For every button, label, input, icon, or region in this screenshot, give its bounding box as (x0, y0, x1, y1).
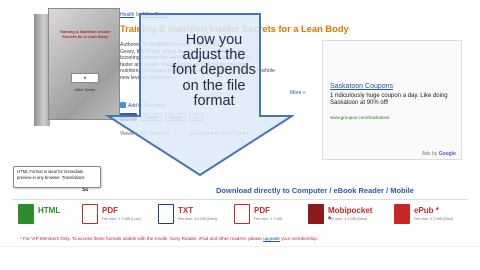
html-icon (18, 204, 34, 224)
pdf-icon (82, 204, 98, 224)
google-plus-button[interactable]: +1 (188, 113, 203, 121)
ads-label: Ads by (422, 151, 438, 157)
format-epub[interactable]: ePub * File size: 2.2 MB (Med) (394, 202, 454, 230)
book-cover[interactable]: Training & Nutrition Insider Secrets for… (34, 8, 120, 126)
overlay-caption: How you adjust the font depends on the f… (160, 32, 268, 109)
vip-notice-text: * For VIP Members Only. To access these … (20, 236, 262, 241)
html-format-tooltip: HTML Format is ideal for immediate previ… (13, 166, 101, 188)
downloads-count: Downloaded: 54,573 times (190, 131, 250, 137)
format-size: File size: 1.7 MB (254, 217, 283, 221)
book-cover-title: Training & Nutrition Insider Secrets for… (59, 29, 111, 39)
upgrade-link[interactable]: upgrade (263, 236, 280, 241)
book-front: Training & Nutrition Insider Secrets for… (48, 8, 120, 120)
book-logo: ★ (71, 73, 99, 83)
social-buttons: Like Tweet Share +1 (120, 113, 203, 121)
ad-body: 1 ridiculously huge coupon a day. Like d… (330, 93, 448, 106)
format-list: HTML PDF File size: 1.7 MB (Low) TXT Fil… (12, 202, 468, 232)
format-label: TXT (178, 206, 194, 215)
format-pdf[interactable]: PDF File size: 1.7 MB (Low) (82, 202, 142, 230)
format-txt[interactable]: TXT File size: 3.9 MB (Med) (158, 202, 218, 230)
txt-icon (158, 204, 174, 224)
format-mobipocket[interactable]: Mobipocket * File size: 1.3 MB (Med) (308, 202, 372, 230)
tooltip-line: preview in any browser. Translations (17, 174, 85, 180)
overlay-line: adjust the (182, 47, 246, 64)
overlay-line: How you (185, 32, 243, 48)
google-label: Google (438, 151, 456, 157)
overlay-line: on the file (182, 77, 246, 94)
format-label: PDF (102, 206, 118, 215)
format-html[interactable]: HTML (18, 202, 78, 230)
ads-by-google[interactable]: Ads by Google (422, 151, 456, 157)
page-footer-area (0, 246, 480, 270)
page: Training & Nutrition Insider Secrets for… (0, 0, 480, 270)
more-link[interactable]: More » (290, 90, 306, 96)
format-label: HTML (38, 206, 61, 215)
vip-notice-suffix: your membership. (281, 236, 318, 241)
epub-icon (394, 204, 410, 224)
overlay-line: font depends (172, 62, 256, 79)
breadcrumb-category[interactable]: Health (120, 12, 134, 18)
add-to-favorites-label: Add to Favorites (128, 103, 165, 109)
format-size: File size: 1.3 MB (Med) (328, 217, 368, 221)
format-pdf-alt[interactable]: PDF File size: 1.7 MB (234, 202, 294, 230)
book-stats: Views: 5,931 Readers Downloaded: 54,573 … (120, 131, 249, 137)
format-size: File size: 3.9 MB (Med) (178, 217, 218, 221)
overlay-line: format (193, 92, 235, 109)
format-label: PDF (254, 206, 270, 215)
format-size: File size: 2.2 MB (Med) (414, 217, 454, 221)
mobipocket-icon (308, 204, 324, 224)
format-label: ePub * (414, 206, 439, 215)
share-button[interactable]: Share (164, 113, 186, 121)
breadcrumb: Health by Mike Geary (120, 12, 169, 18)
add-to-favorites-link[interactable]: Add to Favorites (120, 102, 164, 109)
ad-headline[interactable]: Saskatoon Coupons (330, 83, 393, 90)
download-right-heading: Download directly to Computer / eBook Re… (216, 186, 414, 195)
ad-url[interactable]: www.groupon.com/Saskatoon (330, 115, 390, 120)
format-label: Mobipocket * (328, 206, 373, 224)
facebook-like-button[interactable]: Like (120, 113, 138, 121)
pdf-icon (234, 204, 250, 224)
book-cover-author: Mike Geary (74, 87, 96, 92)
tweet-button[interactable]: Tweet (140, 113, 162, 121)
views-count: Views: 5,931 Readers (120, 131, 169, 137)
vip-notice: * For VIP Members Only. To access these … (20, 236, 318, 241)
breadcrumb-author[interactable]: Mike Geary (143, 12, 169, 18)
plus-icon (120, 102, 126, 108)
format-size: File size: 1.7 MB (Low) (102, 217, 141, 221)
divider (12, 199, 468, 200)
